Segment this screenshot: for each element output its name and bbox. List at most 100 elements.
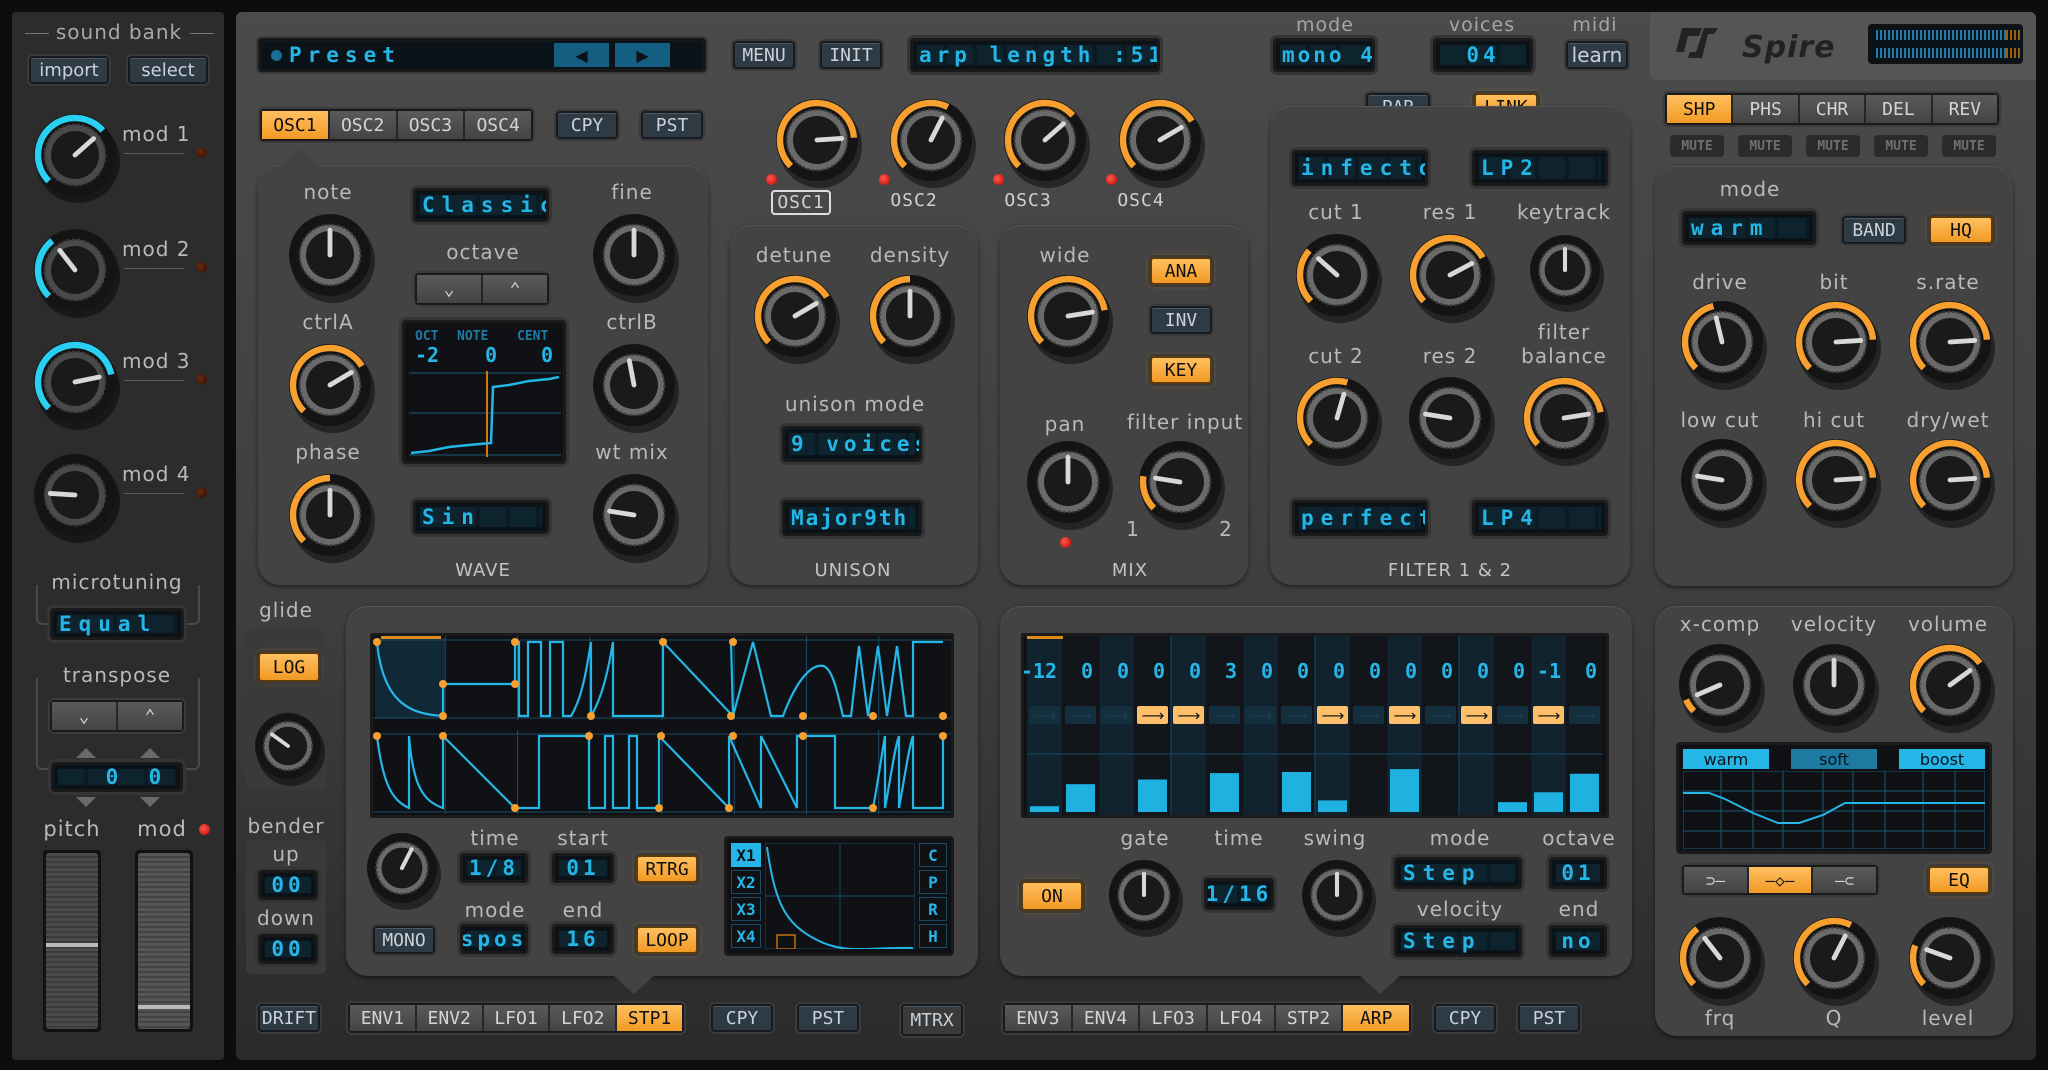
arp-step-velocity-bar[interactable] [1282, 771, 1311, 812]
fx-hq-button[interactable]: HQ [1929, 216, 1993, 244]
fx-tab-shp[interactable]: SHP [1667, 95, 1734, 123]
rtrg-button[interactable]: RTRG [636, 855, 698, 883]
stp-node-17[interactable] [655, 804, 663, 812]
mod-tab-env1[interactable]: ENV1 [350, 1005, 417, 1031]
fx-band-button[interactable]: BAND [1842, 216, 1906, 244]
fx-shp-mute-button[interactable]: MUTE [1670, 135, 1724, 157]
arp-end-display[interactable]: no [1549, 925, 1607, 957]
arp-step-velocity-bar[interactable] [1390, 769, 1419, 812]
arp-copy-button[interactable]: CPY [1434, 1004, 1496, 1032]
preset-name[interactable]: Preset [289, 43, 401, 67]
eq-highshelf-button[interactable]: —⊂ [1813, 867, 1877, 893]
stp-node-3[interactable] [439, 680, 447, 688]
arp-step-note[interactable]: 0 [1585, 659, 1597, 683]
stp-x4-button[interactable]: X4 [731, 924, 761, 948]
arp-step-note[interactable]: 0 [1189, 659, 1201, 683]
fx-dry-wet-knob[interactable] [1902, 432, 1998, 528]
octave-up-button[interactable]: ⌃ [483, 275, 547, 303]
stp-node-16[interactable] [585, 732, 593, 740]
drift-button[interactable]: DRIFT [258, 1004, 320, 1032]
stp-node-6[interactable] [587, 712, 595, 720]
voices-display[interactable]: 04 [1433, 38, 1533, 72]
cut2-knob[interactable] [1289, 370, 1385, 466]
unison-voices-display[interactable]: 9 voices [782, 426, 922, 462]
stp-node-4[interactable] [511, 680, 519, 688]
arp-step-velocity-bar[interactable] [1570, 773, 1599, 812]
transpose-oct-up-arrow[interactable] [76, 748, 96, 758]
stp-node-12[interactable] [939, 712, 947, 720]
arp-step-note[interactable]: 0 [1477, 659, 1489, 683]
stp-node-5[interactable] [511, 638, 519, 646]
osc4-level-label[interactable]: OSC4 [1111, 190, 1171, 211]
glide-log-button[interactable]: LOG [258, 652, 320, 682]
res2-knob[interactable] [1402, 370, 1498, 466]
tab-osc4[interactable]: OSC4 [465, 111, 531, 139]
step-sequencer-display[interactable] [370, 633, 954, 818]
transpose-up-button[interactable]: ⌃ [118, 702, 182, 730]
stp-node-15[interactable] [511, 804, 519, 812]
filter-input-knob[interactable] [1132, 434, 1228, 530]
fine-knob[interactable] [586, 207, 682, 303]
fx-tab-rev[interactable]: REV [1932, 95, 1998, 123]
master-velocity-knob[interactable] [1786, 637, 1882, 733]
oct-value[interactable]: -2 [415, 343, 439, 367]
stp-node-20[interactable] [729, 732, 737, 740]
bender-up-display[interactable]: 00 [258, 870, 318, 900]
arp-gate-knob[interactable] [1102, 853, 1186, 937]
eq-level-knob[interactable] [1902, 910, 1998, 1006]
arp-step-note[interactable]: 0 [1513, 659, 1525, 683]
fx-phs-mute-button[interactable]: MUTE [1738, 135, 1792, 157]
stp-start-display[interactable]: 01 [552, 853, 614, 883]
arp-tab-env3[interactable]: ENV3 [1005, 1005, 1073, 1031]
phase-knob[interactable] [282, 467, 378, 563]
fx-low-cut-knob[interactable] [1674, 432, 1770, 528]
arp-tab-lfo4[interactable]: LFO4 [1208, 1005, 1276, 1031]
mod-tab-lfo2[interactable]: LFO2 [550, 1005, 618, 1031]
stp-node-18[interactable] [657, 732, 665, 740]
filter1-type-display[interactable]: infecto [1292, 150, 1428, 186]
loop-button[interactable]: LOOP [636, 926, 698, 954]
arp-step-velocity-bar[interactable] [1534, 792, 1563, 812]
wt-mix-knob[interactable] [586, 467, 682, 563]
stp-node-22[interactable] [869, 804, 877, 812]
stp-shape-c-button[interactable]: C [919, 843, 947, 867]
stp-shape-r-button[interactable]: R [919, 897, 947, 921]
tab-osc1[interactable]: OSC1 [262, 111, 330, 139]
arp-step-velocity-bar[interactable] [1210, 773, 1239, 812]
volume-knob[interactable] [1902, 637, 1998, 733]
init-button[interactable]: INIT [820, 41, 882, 69]
stp-node-23[interactable] [939, 732, 947, 740]
arp-step-note[interactable]: 0 [1333, 659, 1345, 683]
transpose-semi-up-arrow[interactable] [140, 748, 160, 758]
stp-node-8[interactable] [727, 712, 735, 720]
fx-bit-knob[interactable] [1788, 294, 1884, 390]
arp-step-velocity-bar[interactable] [1318, 800, 1347, 812]
mod4-knob[interactable] [27, 447, 123, 543]
mod1-knob[interactable] [27, 107, 123, 203]
stp-shape-p-button[interactable]: P [919, 870, 947, 894]
arp-velocity-display[interactable]: Step [1394, 925, 1522, 957]
arp-step-note[interactable]: 0 [1369, 659, 1381, 683]
arp-step-note[interactable]: 3 [1225, 659, 1237, 683]
cent-value[interactable]: 0 [541, 343, 553, 367]
osc-paste-button[interactable]: PST [641, 111, 703, 139]
arp-mode-display[interactable]: Step [1394, 857, 1522, 889]
tab-osc2[interactable]: OSC2 [329, 111, 398, 139]
osc4-level-knob[interactable] [1112, 92, 1208, 188]
osc1-level-knob[interactable] [769, 92, 865, 188]
wide-knob[interactable] [1020, 268, 1116, 364]
arp-paste-button[interactable]: PST [1518, 1004, 1580, 1032]
arp-tab-lfo3[interactable]: LFO3 [1140, 1005, 1209, 1031]
osc3-level-label[interactable]: OSC3 [998, 190, 1058, 211]
key-button[interactable]: KEY [1150, 356, 1212, 384]
stp-node-2[interactable] [439, 712, 447, 720]
note-value[interactable]: 0 [485, 343, 497, 367]
eq-mode-boost[interactable]: boost [1899, 749, 1985, 769]
fx-tab-phs[interactable]: PHS [1733, 95, 1800, 123]
arp-step-note[interactable]: 0 [1081, 659, 1093, 683]
osc-copy-button[interactable]: CPY [556, 111, 618, 139]
eq-button[interactable]: EQ [1928, 866, 1990, 894]
mod-wheel[interactable] [135, 850, 193, 1032]
cut1-knob[interactable] [1289, 227, 1385, 323]
osc1-level-label[interactable]: OSC1 [771, 190, 831, 215]
